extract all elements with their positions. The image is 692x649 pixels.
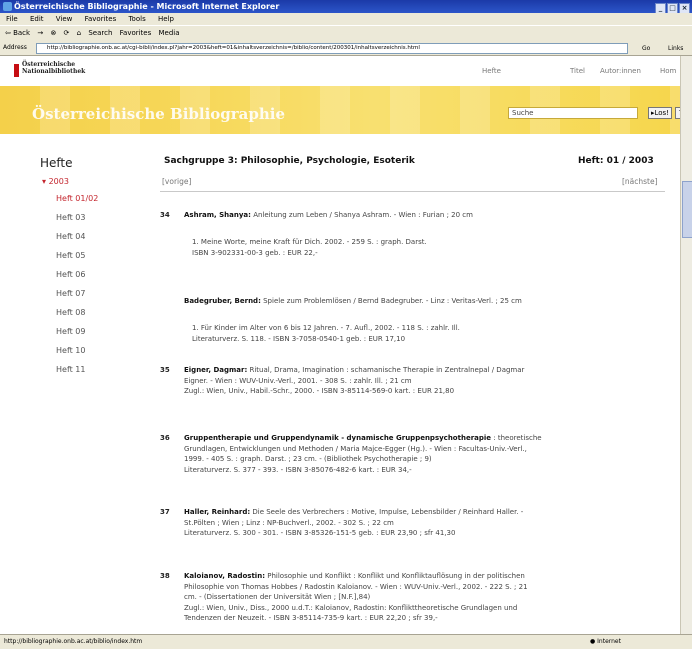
status-bar: http://bibliographie.onb.ac.at/biblio/in… bbox=[0, 634, 692, 649]
nav-titel[interactable]: Titel bbox=[570, 67, 585, 75]
window-title: Österreichische Bibliographie - Microsof… bbox=[14, 2, 280, 11]
sidebar-item-heft-08[interactable]: Heft 08 bbox=[56, 308, 85, 317]
browser-toolbar: ⇦ Back → ⊗ ⟳ ⌂ Search Favorites Media bbox=[0, 25, 692, 42]
sidebar-item-heft-07[interactable]: Heft 07 bbox=[56, 289, 85, 298]
home-icon[interactable]: ⌂ bbox=[77, 29, 81, 37]
entry-34-volume: 1. Meine Worte, meine Kraft für Dich. 20… bbox=[192, 238, 427, 257]
address-label: Address bbox=[3, 44, 27, 51]
entry-badegruber: Badegruber, Bernd: Spiele zum Problemlös… bbox=[184, 297, 522, 305]
entry-author: Kaloianov, Radostin: bbox=[184, 572, 265, 580]
sidebar-item-heft-01-02[interactable]: Heft 01/02 bbox=[56, 194, 98, 203]
ie-icon bbox=[3, 2, 12, 11]
internet-zone: ● Internet bbox=[590, 638, 621, 645]
site-banner: Österreichische Bibliographie Suche ▸Los… bbox=[0, 86, 680, 134]
sidebar-item-heft-05[interactable]: Heft 05 bbox=[56, 251, 85, 260]
back-button[interactable]: ⇦ Back bbox=[5, 29, 30, 37]
page-viewport: Österreichische Nationalbibliothek Hefte… bbox=[0, 56, 680, 634]
sidebar-item-heft-06[interactable]: Heft 06 bbox=[56, 270, 85, 279]
nav-autorinnen[interactable]: Autor:innen bbox=[600, 67, 641, 75]
menu-view[interactable]: View bbox=[56, 15, 73, 23]
onb-logo-icon bbox=[14, 64, 19, 77]
sidebar-title: Hefte bbox=[40, 156, 73, 170]
entry-author: Ashram, Shanya: bbox=[184, 211, 251, 219]
banner-title: Österreichische Bibliographie bbox=[32, 105, 286, 123]
stop-icon[interactable]: ⊗ bbox=[50, 29, 56, 37]
refresh-icon[interactable]: ⟳ bbox=[64, 29, 70, 37]
entry-author: Gruppentherapie und Gruppendynamik - dyn… bbox=[184, 434, 492, 442]
year-toggle[interactable]: ▾ 2003 bbox=[42, 177, 69, 186]
status-text: http://bibliographie.onb.ac.at/biblio/in… bbox=[4, 638, 143, 645]
menu-edit[interactable]: Edit bbox=[30, 15, 44, 23]
window-titlebar: Österreichische Bibliographie - Microsof… bbox=[0, 0, 692, 14]
search-button[interactable]: Search bbox=[88, 29, 112, 37]
site-header: Österreichische Nationalbibliothek Hefte… bbox=[0, 56, 680, 86]
address-bar: Address http://bibliographie.onb.ac.at/c… bbox=[0, 41, 692, 56]
heft-indicator: Heft: 01 / 2003 bbox=[578, 156, 654, 166]
divider bbox=[160, 191, 665, 192]
address-input[interactable]: http://bibliographie.onb.ac.at/cgi-bibli… bbox=[36, 43, 628, 54]
menu-favorites[interactable]: Favorites bbox=[85, 15, 117, 23]
go-button[interactable]: Go bbox=[642, 42, 650, 56]
entry-badegruber-volume: 1. Für Kinder im Alter von 6 bis 12 Jahr… bbox=[192, 324, 460, 343]
vertical-scrollbar[interactable] bbox=[680, 56, 692, 634]
menu-file[interactable]: File bbox=[6, 15, 18, 23]
onb-logo[interactable]: Österreichische Nationalbibliothek bbox=[22, 61, 85, 75]
media-button[interactable]: Media bbox=[159, 29, 180, 37]
sidebar-item-heft-11[interactable]: Heft 11 bbox=[56, 365, 85, 374]
nav-home[interactable]: Hom bbox=[660, 67, 676, 75]
scroll-thumb[interactable] bbox=[682, 181, 692, 238]
links-button[interactable]: Links bbox=[668, 42, 683, 56]
search-input[interactable]: Suche bbox=[508, 107, 638, 119]
entry-author: Badegruber, Bernd: bbox=[184, 297, 261, 305]
forward-button[interactable]: → bbox=[37, 29, 43, 37]
sidebar-item-heft-09[interactable]: Heft 09 bbox=[56, 327, 85, 336]
favorites-button[interactable]: Favorites bbox=[120, 29, 152, 37]
sidebar-item-heft-03[interactable]: Heft 03 bbox=[56, 213, 85, 222]
next-link[interactable]: [nächste] bbox=[622, 177, 658, 186]
sidebar-item-heft-10[interactable]: Heft 10 bbox=[56, 346, 85, 355]
section-heading: Sachgruppe 3: Philosophie, Psychologie, … bbox=[164, 156, 415, 166]
menu-bar: File Edit View Favorites Tools Help bbox=[0, 13, 692, 25]
sidebar-item-heft-04[interactable]: Heft 04 bbox=[56, 232, 85, 241]
search-go-button[interactable]: ▸Los! bbox=[648, 107, 672, 119]
menu-help[interactable]: Help bbox=[158, 15, 174, 23]
menu-tools[interactable]: Tools bbox=[128, 15, 145, 23]
entry-author: Eigner, Dagmar: bbox=[184, 366, 248, 374]
entry-author: Haller, Reinhard: bbox=[184, 508, 251, 516]
prev-link[interactable]: [vorige] bbox=[162, 177, 191, 186]
nav-hefte[interactable]: Hefte bbox=[482, 67, 501, 75]
